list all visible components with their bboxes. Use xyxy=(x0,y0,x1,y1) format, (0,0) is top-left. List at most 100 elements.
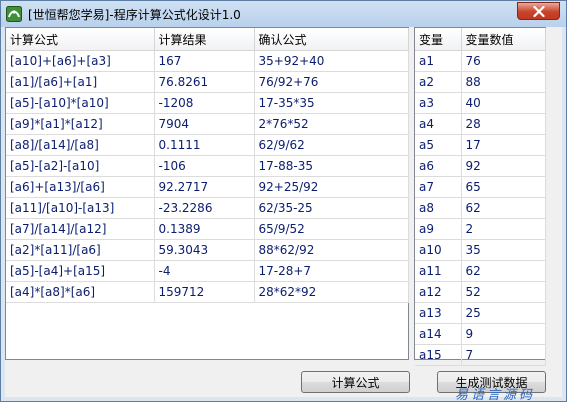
formula-row[interactable]: [a5]-[a2]-[a10] -106 17-88-35 xyxy=(6,155,409,177)
variable-name-cell[interactable]: a13 xyxy=(415,302,462,324)
variable-name-cell[interactable]: a12 xyxy=(415,281,462,303)
result-cell[interactable]: 7904 xyxy=(154,113,255,135)
formula-cell[interactable]: [a9]*[a1]*[a12] xyxy=(6,113,155,135)
variable-value-cell[interactable]: 40 xyxy=(461,92,546,114)
header-confirm-formula[interactable]: 确认公式 xyxy=(254,28,409,51)
variable-name-cell[interactable]: a1 xyxy=(415,50,462,72)
formula-cell[interactable]: [a6]+[a13]/[a6] xyxy=(6,176,155,198)
variable-value-cell[interactable]: 35 xyxy=(461,239,546,261)
variable-value-cell[interactable]: 17 xyxy=(461,134,546,156)
variable-row[interactable]: a13 25 xyxy=(415,302,546,324)
variable-row[interactable]: a8 62 xyxy=(415,197,546,219)
variable-row[interactable]: a12 52 xyxy=(415,281,546,303)
confirm-formula-cell[interactable]: 17-88-35 xyxy=(254,155,409,177)
variable-row[interactable]: a7 65 xyxy=(415,176,546,198)
result-cell[interactable]: 92.2717 xyxy=(154,176,255,198)
variable-name-cell[interactable]: a11 xyxy=(415,260,462,282)
result-cell[interactable]: 159712 xyxy=(154,281,255,303)
formula-row[interactable]: [a4]*[a8]*[a6] 159712 28*62*92 xyxy=(6,281,409,303)
variable-name-cell[interactable]: a2 xyxy=(415,71,462,93)
result-cell[interactable]: 76.8261 xyxy=(154,71,255,93)
formula-cell[interactable]: [a10]+[a6]+[a3] xyxy=(6,50,155,72)
formula-row[interactable]: [a10]+[a6]+[a3] 167 35+92+40 xyxy=(6,50,409,72)
variable-value-cell[interactable]: 52 xyxy=(461,281,546,303)
variable-row[interactable]: a11 62 xyxy=(415,260,546,282)
variable-row[interactable]: a2 88 xyxy=(415,71,546,93)
formula-row[interactable]: [a11]/[a10]-[a13] -23.2286 62/35-25 xyxy=(6,197,409,219)
confirm-formula-cell[interactable]: 2*76*52 xyxy=(254,113,409,135)
header-variable[interactable]: 变量 xyxy=(415,28,462,51)
result-cell[interactable]: 0.1389 xyxy=(154,218,255,240)
variable-row[interactable]: a10 35 xyxy=(415,239,546,261)
formula-row[interactable]: [a2]*[a11]/[a6] 59.3043 88*62/92 xyxy=(6,239,409,261)
confirm-formula-cell[interactable]: 92+25/92 xyxy=(254,176,409,198)
result-cell[interactable]: -23.2286 xyxy=(154,197,255,219)
confirm-formula-cell[interactable]: 88*62/92 xyxy=(254,239,409,261)
formula-cell[interactable]: [a7]/[a14]/[a12] xyxy=(6,218,155,240)
variable-name-cell[interactable]: a5 xyxy=(415,134,462,156)
variable-row[interactable]: a1 76 xyxy=(415,50,546,72)
variable-row[interactable]: a5 17 xyxy=(415,134,546,156)
variable-value-cell[interactable]: 7 xyxy=(461,344,546,366)
formula-cell[interactable]: [a5]-[a4]+[a15] xyxy=(6,260,155,282)
variable-value-cell[interactable]: 76 xyxy=(461,50,546,72)
formula-cell[interactable]: [a5]-[a10]*[a10] xyxy=(6,92,155,114)
formula-row[interactable]: [a5]-[a4]+[a15] -4 17-28+7 xyxy=(6,260,409,282)
confirm-formula-cell[interactable]: 62/35-25 xyxy=(254,197,409,219)
calculate-button[interactable]: 计算公式 xyxy=(301,371,410,393)
formula-cell[interactable]: [a2]*[a11]/[a6] xyxy=(6,239,155,261)
result-cell[interactable]: 59.3043 xyxy=(154,239,255,261)
formula-grid[interactable]: 计算公式 计算结果 确认公式 [a10]+[a6]+[a3] 167 35+92+4… xyxy=(5,27,409,360)
result-cell[interactable]: -106 xyxy=(154,155,255,177)
close-button[interactable] xyxy=(517,2,560,20)
variable-name-cell[interactable]: a10 xyxy=(415,239,462,261)
variable-name-cell[interactable]: a3 xyxy=(415,92,462,114)
confirm-formula-cell[interactable]: 35+92+40 xyxy=(254,50,409,72)
formula-row[interactable]: [a6]+[a13]/[a6] 92.2717 92+25/92 xyxy=(6,176,409,198)
variable-value-cell[interactable]: 28 xyxy=(461,113,546,135)
formula-row[interactable]: [a5]-[a10]*[a10] -1208 17-35*35 xyxy=(6,92,409,114)
formula-cell[interactable]: [a8]/[a14]/[a8] xyxy=(6,134,155,156)
variable-name-cell[interactable]: a8 xyxy=(415,197,462,219)
header-formula[interactable]: 计算公式 xyxy=(6,28,155,51)
variable-value-cell[interactable]: 9 xyxy=(461,323,546,345)
variable-value-cell[interactable]: 88 xyxy=(461,71,546,93)
variable-name-cell[interactable]: a14 xyxy=(415,323,462,345)
confirm-formula-cell[interactable]: 62/9/62 xyxy=(254,134,409,156)
confirm-formula-cell[interactable]: 17-28+7 xyxy=(254,260,409,282)
variable-name-cell[interactable]: a7 xyxy=(415,176,462,198)
variable-row[interactable]: a3 40 xyxy=(415,92,546,114)
formula-cell[interactable]: [a4]*[a8]*[a6] xyxy=(6,281,155,303)
formula-row[interactable]: [a7]/[a14]/[a12] 0.1389 65/9/52 xyxy=(6,218,409,240)
variable-value-cell[interactable]: 2 xyxy=(461,218,546,240)
result-cell[interactable]: -1208 xyxy=(154,92,255,114)
variable-value-cell[interactable]: 62 xyxy=(461,197,546,219)
variable-name-cell[interactable]: a9 xyxy=(415,218,462,240)
variable-grid[interactable]: 变量 变量数值 a1 76 a2 88 a3 40 a4 28 a5 17 a6 92 a7 65 a8 62… xyxy=(414,27,546,366)
variable-name-cell[interactable]: a6 xyxy=(415,155,462,177)
variable-row[interactable]: a4 28 xyxy=(415,113,546,135)
variable-row[interactable]: a15 7 xyxy=(415,344,546,366)
formula-cell[interactable]: [a1]/[a6]+[a1] xyxy=(6,71,155,93)
title-bar[interactable]: [世恒帮您学易]-程序计算公式化设计1.0 xyxy=(1,1,566,27)
formula-cell[interactable]: [a5]-[a2]-[a10] xyxy=(6,155,155,177)
confirm-formula-cell[interactable]: 17-35*35 xyxy=(254,92,409,114)
variable-value-cell[interactable]: 65 xyxy=(461,176,546,198)
formula-row[interactable]: [a1]/[a6]+[a1] 76.8261 76/92+76 xyxy=(6,71,409,93)
variable-value-cell[interactable]: 62 xyxy=(461,260,546,282)
variable-row[interactable]: a9 2 xyxy=(415,218,546,240)
confirm-formula-cell[interactable]: 76/92+76 xyxy=(254,71,409,93)
variable-value-cell[interactable]: 25 xyxy=(461,302,546,324)
header-variable-value[interactable]: 变量数值 xyxy=(461,28,546,51)
formula-row[interactable]: [a8]/[a14]/[a8] 0.1111 62/9/62 xyxy=(6,134,409,156)
confirm-formula-cell[interactable]: 65/9/52 xyxy=(254,218,409,240)
formula-cell[interactable]: [a11]/[a10]-[a13] xyxy=(6,197,155,219)
result-cell[interactable]: 0.1111 xyxy=(154,134,255,156)
header-result[interactable]: 计算结果 xyxy=(154,28,255,51)
result-cell[interactable]: 167 xyxy=(154,50,255,72)
variable-name-cell[interactable]: a4 xyxy=(415,113,462,135)
variable-name-cell[interactable]: a15 xyxy=(415,344,462,366)
result-cell[interactable]: -4 xyxy=(154,260,255,282)
variable-value-cell[interactable]: 92 xyxy=(461,155,546,177)
formula-row[interactable]: [a9]*[a1]*[a12] 7904 2*76*52 xyxy=(6,113,409,135)
